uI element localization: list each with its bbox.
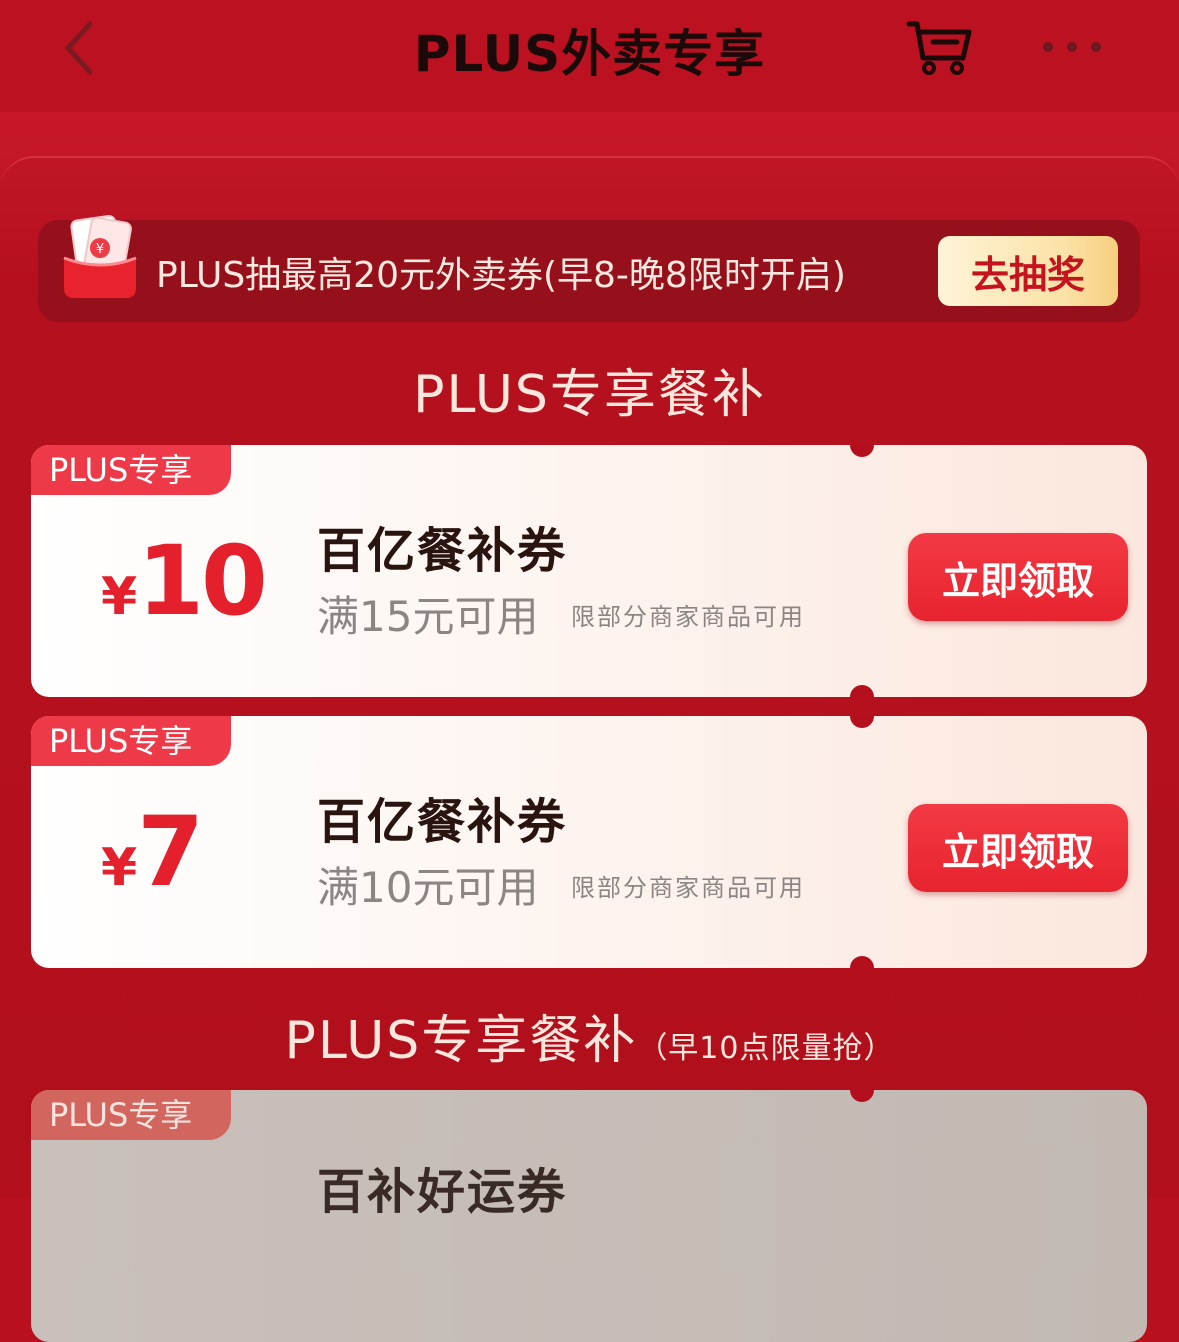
ticket-notch bbox=[850, 1090, 874, 1102]
section-title: PLUS专享餐补（早10点限量抢） bbox=[0, 998, 1179, 1073]
lottery-text: PLUS抽最高20元外卖券(早8-晚8限时开启) bbox=[156, 255, 846, 296]
coupon-card: PLUS专享 ¥10 百亿餐补券 满15元可用 限部分商家商品可用 立即领取 bbox=[31, 445, 1147, 697]
ticket-notch bbox=[850, 445, 874, 457]
coupon-note: 限部分商家商品可用 bbox=[571, 874, 805, 902]
ticket-notch bbox=[850, 956, 874, 968]
coupon-price: ¥10 bbox=[101, 525, 268, 637]
coupon-price: ¥7 bbox=[101, 796, 204, 908]
plus-badge: PLUS专享 bbox=[31, 1090, 231, 1140]
plus-badge: PLUS专享 bbox=[31, 445, 231, 495]
coupon-condition: 满15元可用 bbox=[317, 592, 539, 641]
coupon-amount: 7 bbox=[137, 796, 204, 908]
cart-icon[interactable] bbox=[905, 18, 973, 76]
coupon-note: 限部分商家商品可用 bbox=[571, 603, 805, 631]
plus-badge: PLUS专享 bbox=[31, 716, 231, 766]
more-dots-icon[interactable] bbox=[1036, 32, 1108, 62]
currency-symbol: ¥ bbox=[101, 838, 138, 898]
go-lottery-button[interactable]: 去抽奖 bbox=[938, 236, 1118, 306]
claim-button[interactable]: 立即领取 bbox=[908, 804, 1128, 892]
red-envelope-icon: ¥ bbox=[63, 214, 137, 298]
claim-button[interactable]: 立即领取 bbox=[908, 533, 1128, 621]
section-title: PLUS专享餐补 bbox=[0, 352, 1179, 427]
coupon-card: PLUS专享 ¥7 百亿餐补券 满10元可用 限部分商家商品可用 立即领取 bbox=[31, 716, 1147, 968]
currency-symbol: ¥ bbox=[101, 567, 138, 627]
coupon-name: 百补好运券 bbox=[317, 1164, 568, 1220]
section-title-text: PLUS专享餐补 bbox=[284, 1011, 638, 1071]
page-title: PLUS外卖专享 bbox=[413, 25, 766, 83]
section-subtitle: （早10点限量抢） bbox=[637, 1031, 895, 1066]
top-nav-bar: PLUS外卖专享 bbox=[0, 0, 1179, 112]
ticket-notch bbox=[850, 685, 874, 697]
coupon-condition: 满10元可用 bbox=[317, 863, 539, 912]
coupon-name: 百亿餐补券 bbox=[317, 523, 568, 579]
ticket-notch bbox=[850, 716, 874, 728]
section-title-text: PLUS专享餐补 bbox=[413, 365, 766, 425]
coupon-card: PLUS专享 百补好运券 bbox=[31, 1090, 1147, 1342]
svg-text:¥: ¥ bbox=[96, 242, 104, 257]
coupon-name: 百亿餐补券 bbox=[317, 794, 568, 850]
coupon-amount: 10 bbox=[137, 525, 268, 637]
